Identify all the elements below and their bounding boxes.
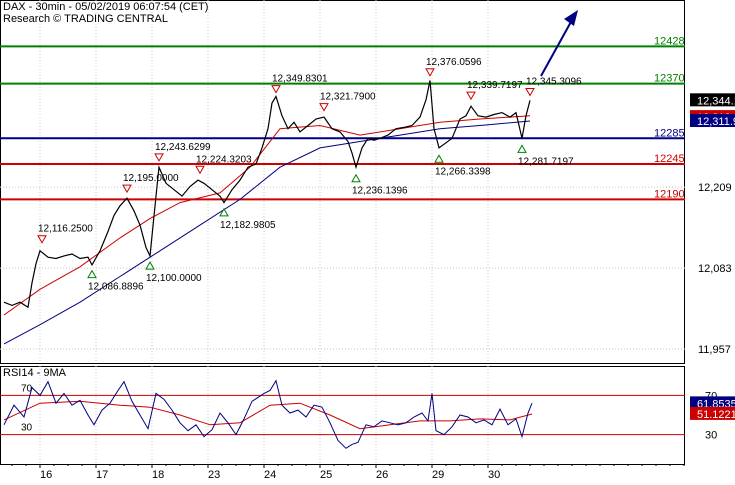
x-tick-label: 23 [208, 469, 220, 480]
x-tick-label: 18 [152, 469, 164, 480]
high-marker [425, 68, 435, 77]
high-label: 12,339.7197 [467, 80, 523, 91]
low-label: 12,100.0000 [146, 273, 202, 284]
y-tick-label: 12,209 [698, 182, 732, 194]
rsi-level-label-right: 30 [705, 430, 717, 442]
x-tick-label: 29 [432, 469, 444, 480]
high-label: 12,345.3096 [526, 77, 582, 88]
price-tag-label: 12,344.1 [697, 95, 735, 107]
high-label: 12,243.6299 [155, 142, 211, 153]
low-label: 12,236.1396 [352, 186, 408, 197]
x-tick-label: 26 [376, 469, 388, 480]
price-panel-frame [0, 0, 685, 364]
level-label-12285: 12285 [654, 127, 685, 139]
high-label: 12,195.0000 [123, 173, 179, 184]
x-tick-label: 17 [96, 469, 108, 480]
level-label-12428: 12428 [654, 35, 685, 47]
price-line [3, 80, 531, 309]
low-label: 12,086.8896 [88, 282, 144, 293]
level-label-12190: 12190 [654, 188, 685, 200]
high-marker [319, 103, 329, 112]
y-tick-label: 11,957 [698, 344, 731, 356]
high-label: 12,321.7900 [320, 92, 376, 103]
high-label: 12,376.0596 [426, 57, 482, 68]
high-label: 12,116.2500 [38, 224, 93, 235]
high-label: 12,349.8301 [272, 74, 328, 85]
high-label: 12,224.3203 [196, 154, 252, 165]
chart-source: Research © TRADING CENTRAL [3, 13, 168, 25]
rsi-line [3, 379, 533, 449]
low-marker [87, 269, 97, 279]
low-marker [434, 154, 444, 163]
x-tick-label: 30 [488, 469, 500, 480]
ma-fast-line [3, 115, 531, 316]
low-marker [517, 144, 527, 153]
rsi-panel-title: RSI14 - 9MA [3, 367, 66, 379]
low-label: 12,281.7197 [518, 156, 574, 167]
x-tick-label: 25 [320, 469, 332, 480]
projection-arrow-head [564, 10, 578, 26]
high-marker [271, 85, 281, 94]
projection-arrow-shaft [540, 19, 573, 77]
chart-title: DAX - 30min - 05/02/2019 06:07:54 (CET) [3, 1, 209, 13]
level-label-12370: 12370 [654, 73, 685, 85]
y-tick-label: 12,083 [698, 263, 732, 275]
level-label-12245: 12245 [654, 153, 685, 165]
chart-root: 11,957 12,083 12,209 12428 12370 12285 12245 12… [0, 0, 735, 481]
rsi-panel-frame [0, 366, 685, 465]
high-marker [525, 88, 535, 97]
price-tag-label: 12,311.9 [697, 116, 735, 128]
x-tick-label: 16 [40, 469, 52, 480]
low-label: 12,266.3398 [435, 166, 491, 177]
high-marker [195, 165, 205, 175]
low-label: 12,182.9805 [220, 220, 276, 231]
x-tick-label: 24 [264, 469, 276, 480]
chart-canvas: 11,957 12,083 12,209 12428 12370 12285 12245 12… [0, 0, 735, 481]
high-marker [122, 184, 132, 194]
high-marker [37, 235, 47, 244]
high-marker [154, 153, 164, 162]
high-marker [466, 91, 476, 101]
rsi-level-label-left: 30 [21, 423, 33, 434]
rsi-tag-label: 51.1221 [697, 409, 735, 421]
low-marker [351, 173, 361, 183]
